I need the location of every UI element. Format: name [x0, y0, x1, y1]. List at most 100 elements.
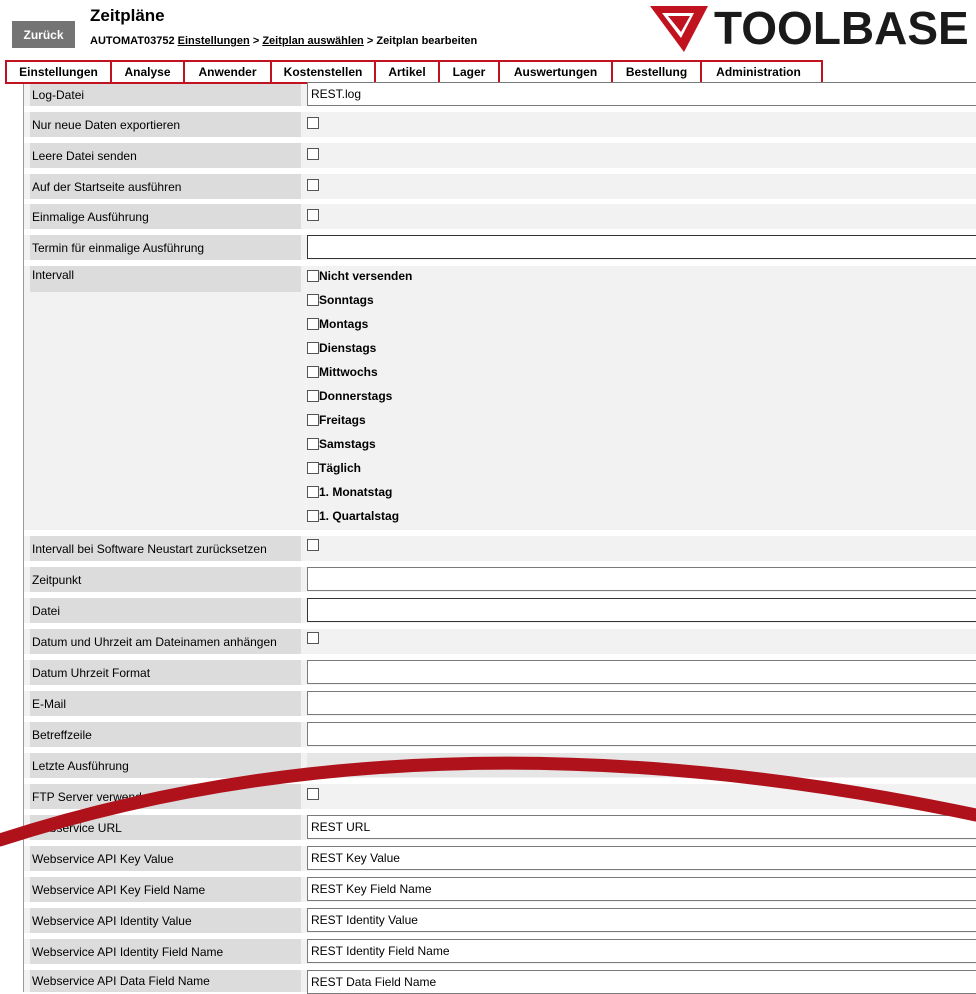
- only-new-checkbox[interactable]: [307, 117, 319, 129]
- time-input[interactable]: [307, 567, 976, 591]
- email-input[interactable]: [307, 691, 976, 715]
- field-label: Termin für einmalige Ausführung: [30, 235, 301, 260]
- file-input[interactable]: [307, 598, 976, 622]
- checkbox-icon[interactable]: [307, 438, 319, 450]
- interval-option[interactable]: Täglich: [307, 461, 361, 475]
- row-ftp: FTP Server verwenden: [24, 784, 976, 809]
- field-label: Webservice API Key Field Name: [30, 877, 301, 902]
- back-button[interactable]: Zurück: [12, 21, 75, 48]
- interval-option[interactable]: 1. Monatstag: [307, 485, 392, 499]
- interval-option[interactable]: Dienstags: [307, 341, 376, 355]
- row-once-date: Termin für einmalige Ausführung: [24, 235, 976, 260]
- nav-item-analyse[interactable]: Analyse: [112, 62, 185, 82]
- send-empty-checkbox[interactable]: [307, 148, 319, 160]
- row-log-file: Log-Datei REST.log: [24, 82, 976, 106]
- row-send-empty: Leere Datei senden: [24, 143, 976, 168]
- run-once-checkbox[interactable]: [307, 209, 319, 221]
- page-title: Zeitpläne: [90, 6, 165, 25]
- checkbox-icon[interactable]: [307, 486, 319, 498]
- datetime-format-input[interactable]: [307, 660, 976, 684]
- ws-identity-field-input[interactable]: REST Identity Field Name: [307, 939, 976, 963]
- field-label: Webservice API Key Value: [30, 846, 301, 871]
- interval-option[interactable]: Sonntags: [307, 293, 374, 307]
- ws-identity-value-input[interactable]: REST Identity Value: [307, 908, 976, 932]
- breadcrumb-current: Zeitplan bearbeiten: [376, 35, 478, 47]
- row-reset-interval: Intervall bei Software Neustart zurückse…: [24, 536, 976, 561]
- interval-option[interactable]: Mittwochs: [307, 365, 378, 379]
- checkbox-icon[interactable]: [307, 462, 319, 474]
- interval-option[interactable]: Montags: [307, 317, 368, 331]
- checkbox-icon[interactable]: [307, 294, 319, 306]
- interval-option[interactable]: Nicht versenden: [307, 269, 412, 283]
- schedule-form: Log-Datei REST.log Nur neue Daten export…: [23, 82, 976, 994]
- field-label: Datei: [30, 598, 301, 623]
- append-datetime-checkbox[interactable]: [307, 632, 319, 644]
- nav-item-administration[interactable]: Administration: [702, 62, 815, 82]
- row-append-datetime: Datum und Uhrzeit am Dateinamen anhängen: [24, 629, 976, 654]
- ws-url-input[interactable]: REST URL: [307, 815, 976, 839]
- field-label: FTP Server verwenden: [30, 784, 301, 809]
- ws-key-value-input[interactable]: REST Key Value: [307, 846, 976, 870]
- field-label: Letzte Ausführung: [30, 753, 301, 778]
- row-subject: Betreffzeile: [24, 722, 976, 747]
- ws-data-field-input[interactable]: REST Data Field Name: [307, 970, 976, 994]
- nav-item-anwender[interactable]: Anwender: [185, 62, 272, 82]
- field-label: Einmalige Ausführung: [30, 204, 301, 229]
- checkbox-icon[interactable]: [307, 270, 319, 282]
- toolbase-logo: TOOLBASE: [648, 0, 976, 56]
- row-email: E-Mail: [24, 691, 976, 716]
- field-label: Auf der Startseite ausführen: [30, 174, 301, 199]
- field-label: Betreffzeile: [30, 722, 301, 747]
- checkbox-icon[interactable]: [307, 366, 319, 378]
- nav-item-bestellung[interactable]: Bestellung: [613, 62, 702, 82]
- interval-option[interactable]: Samstags: [307, 437, 376, 451]
- main-nav: Einstellungen Analyse Anwender Kostenste…: [5, 60, 823, 84]
- field-label: Log-Datei: [30, 84, 301, 106]
- nav-item-kostenstellen[interactable]: Kostenstellen: [272, 62, 376, 82]
- field-label: Webservice API Identity Value: [30, 908, 301, 933]
- ftp-checkbox[interactable]: [307, 788, 319, 800]
- once-date-input[interactable]: [307, 235, 976, 259]
- breadcrumb-separator: >: [366, 35, 374, 47]
- header: Zurück Zeitpläne AUTOMAT03752 Einstellun…: [0, 0, 976, 60]
- ws-key-field-input[interactable]: REST Key Field Name: [307, 877, 976, 901]
- field-label: Datum Uhrzeit Format: [30, 660, 301, 685]
- checkbox-icon[interactable]: [307, 510, 319, 522]
- row-ws-url: Webservice URL REST URL: [24, 815, 976, 840]
- field-label: Intervall bei Software Neustart zurückse…: [30, 536, 301, 561]
- checkbox-icon[interactable]: [307, 414, 319, 426]
- row-ws-key-value: Webservice API Key Value REST Key Value: [24, 846, 976, 871]
- field-label: Datum und Uhrzeit am Dateinamen anhängen: [30, 629, 301, 654]
- checkbox-icon[interactable]: [307, 318, 319, 330]
- row-ws-identity-value: Webservice API Identity Value REST Ident…: [24, 908, 976, 933]
- interval-option[interactable]: 1. Quartalstag: [307, 509, 399, 523]
- row-ws-key-field: Webservice API Key Field Name REST Key F…: [24, 877, 976, 902]
- nav-item-auswertungen[interactable]: Auswertungen: [500, 62, 613, 82]
- interval-option[interactable]: Freitags: [307, 413, 366, 427]
- field-label: Nur neue Daten exportieren: [30, 112, 301, 137]
- field-label: Webservice URL: [30, 815, 301, 840]
- logo-triangle-icon: [650, 6, 708, 52]
- row-interval: Intervall Nicht versenden Sonntags Monta…: [24, 266, 976, 530]
- breadcrumb-link-select-schedule[interactable]: Zeitplan auswählen: [262, 35, 363, 47]
- nav-item-artikel[interactable]: Artikel: [376, 62, 440, 82]
- reset-interval-checkbox[interactable]: [307, 539, 319, 551]
- log-file-input[interactable]: REST.log: [307, 82, 976, 106]
- row-last-run: Letzte Ausführung: [24, 753, 976, 778]
- row-datetime-format: Datum Uhrzeit Format: [24, 660, 976, 685]
- breadcrumb-separator: >: [252, 35, 260, 47]
- logo-wordmark: TOOLBASE: [714, 2, 969, 54]
- interval-option[interactable]: Donnerstags: [307, 389, 392, 403]
- row-ws-identity-field: Webservice API Identity Field Name REST …: [24, 939, 976, 964]
- run-on-start-checkbox[interactable]: [307, 179, 319, 191]
- row-run-on-start: Auf der Startseite ausführen: [24, 174, 976, 199]
- breadcrumb-link-settings[interactable]: Einstellungen: [178, 35, 250, 47]
- nav-item-lager[interactable]: Lager: [440, 62, 500, 82]
- field-label: Intervall: [30, 266, 301, 292]
- checkbox-icon[interactable]: [307, 342, 319, 354]
- field-label: Webservice API Data Field Name: [30, 970, 301, 992]
- checkbox-icon[interactable]: [307, 390, 319, 402]
- nav-item-einstellungen[interactable]: Einstellungen: [7, 62, 112, 82]
- breadcrumb: AUTOMAT03752 Einstellungen > Zeitplan au…: [90, 35, 477, 47]
- subject-input[interactable]: [307, 722, 976, 746]
